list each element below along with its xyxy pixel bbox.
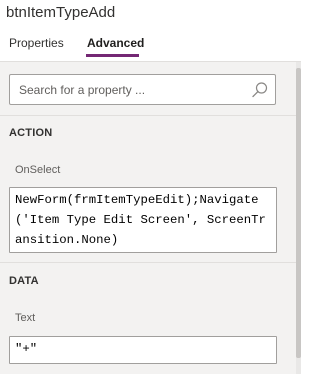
property-search-box[interactable] [9, 74, 276, 105]
panel-scrollbar[interactable] [296, 62, 301, 374]
scrollbar-thumb[interactable] [296, 68, 301, 358]
active-tab-indicator [86, 54, 139, 57]
property-search-input[interactable] [19, 75, 239, 104]
tab-advanced[interactable]: Advanced [87, 36, 144, 50]
text-formula-input[interactable]: "+" [9, 336, 277, 364]
section-divider [0, 262, 296, 263]
property-label-onselect: OnSelect [15, 164, 61, 176]
search-icon[interactable] [251, 81, 269, 99]
property-label-text: Text [15, 312, 36, 324]
section-title-data: DATA [9, 275, 39, 287]
onselect-formula-input[interactable]: NewForm(frmItemTypeEdit);Navigate('Item … [9, 187, 277, 253]
control-name[interactable]: btnItemTypeAdd [6, 4, 115, 21]
properties-panel-header: btnItemTypeAdd Properties Advanced [0, 0, 301, 61]
tab-properties[interactable]: Properties [9, 36, 64, 50]
advanced-properties-panel: ACTION OnSelect NewForm(frmItemTypeEdit)… [0, 61, 301, 374]
section-divider [0, 115, 296, 116]
section-title-action: ACTION [9, 127, 53, 139]
